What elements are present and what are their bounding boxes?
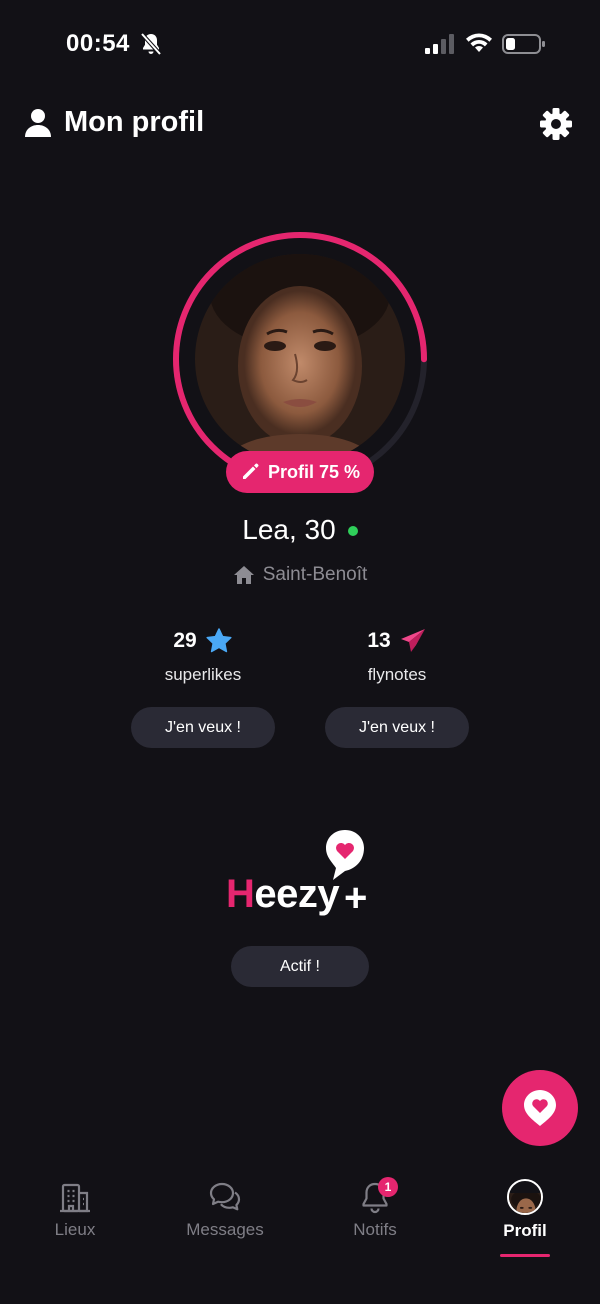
page-title: Mon profil: [64, 106, 205, 138]
nav-item-lieux[interactable]: Lieux: [15, 1168, 135, 1240]
wifi-icon: [466, 33, 492, 52]
get-superlikes-button[interactable]: J'en veux !: [131, 707, 275, 748]
map-pin-heart-icon: [524, 1090, 556, 1126]
nav-item-notifs[interactable]: Notifs 1: [315, 1168, 435, 1240]
flynotes-label: flynotes: [367, 665, 427, 684]
active-tab-indicator: [500, 1254, 550, 1257]
heezy-plus-logo: Heezy +: [220, 826, 380, 926]
bell-muted-icon: [140, 32, 162, 56]
nav-item-messages[interactable]: Messages: [165, 1168, 285, 1240]
profile-completion-button[interactable]: Profil 75 %: [226, 451, 374, 493]
paper-plane-icon: [400, 629, 425, 652]
flynotes-stat: 13 flynotes: [317, 625, 477, 685]
premium-status-button[interactable]: Actif !: [231, 946, 369, 987]
superlikes-count: 29: [173, 629, 197, 652]
signal-icon: [425, 34, 454, 54]
nav-label-notifs: Notifs: [353, 1220, 397, 1239]
bottom-nav: Lieux Messages Notifs 1 Profil: [0, 1168, 600, 1304]
notification-count-badge: 1: [378, 1177, 398, 1197]
heezy-plus-sign: +: [344, 876, 368, 920]
get-flynotes-button[interactable]: J'en veux !: [325, 707, 469, 748]
location-text: Saint-Benoît: [262, 564, 368, 585]
pencil-icon: [242, 463, 259, 479]
online-indicator: [347, 526, 358, 536]
star-icon: [206, 628, 232, 653]
battery-icon: [502, 34, 545, 54]
nav-label-lieux: Lieux: [54, 1220, 96, 1239]
user-icon: [25, 109, 51, 137]
chat-bubbles-icon: [209, 1182, 241, 1211]
nav-label-messages: Messages: [186, 1220, 264, 1239]
gear-icon[interactable]: [538, 106, 574, 142]
profile-avatar[interactable]: [171, 230, 429, 488]
profile-completion-label: Profil 75 %: [267, 461, 361, 482]
status-time: 00:54: [66, 30, 130, 57]
location-row: Saint-Benoît: [0, 564, 600, 586]
status-bar: 00:54: [0, 0, 600, 90]
nav-item-profil[interactable]: Profil: [465, 1168, 585, 1241]
user-name-row: Lea, 30: [0, 514, 600, 546]
user-name: Lea, 30: [242, 514, 336, 545]
avatar-photo: [195, 254, 405, 464]
superlikes-label: superlikes: [164, 665, 242, 684]
flynotes-count: 13: [367, 629, 391, 652]
map-pin-fab-button[interactable]: [502, 1070, 578, 1146]
avatar: [507, 1179, 543, 1215]
home-icon: [233, 566, 254, 584]
building-icon: [60, 1183, 90, 1213]
heezy-wordmark: Heezy: [226, 872, 340, 916]
superlikes-stat: 29 superlikes: [123, 625, 283, 685]
nav-label-profil: Profil: [503, 1221, 547, 1240]
